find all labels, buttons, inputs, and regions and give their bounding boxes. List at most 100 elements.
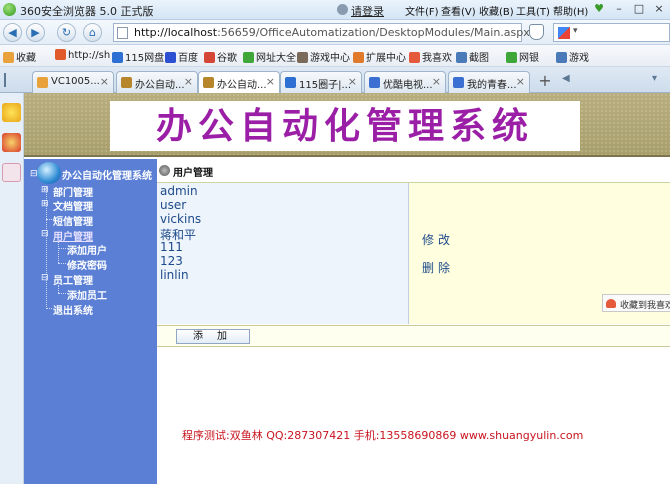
security-shield-icon[interactable] — [529, 24, 544, 40]
bookmark-icon — [3, 52, 14, 63]
bookmark-item[interactable]: 扩展中心 — [353, 49, 406, 64]
browser-tab[interactable]: 优酷电视... × — [364, 71, 446, 93]
tab-close-icon[interactable]: × — [184, 75, 193, 88]
bookmark-icon — [409, 52, 420, 63]
tab-close-icon[interactable]: × — [348, 75, 357, 88]
nav-dept[interactable]: 部门管理 — [53, 184, 93, 199]
search-engine-icon[interactable] — [558, 27, 570, 39]
favorites-star-icon[interactable] — [2, 103, 21, 122]
title-bar: 360安全浏览器 5.0 正式版 请登录 文件(F) 查看(V) 收藏(B) 工… — [0, 0, 670, 20]
tab-label: 115圈子|... — [299, 80, 351, 91]
collect-button[interactable]: 收藏到我喜欢 — [602, 294, 670, 312]
mail-icon[interactable] — [2, 163, 21, 182]
home-icon[interactable]: ⌂ — [83, 23, 102, 42]
tab-close-icon[interactable]: × — [266, 75, 275, 88]
bookmark-item[interactable]: 截图 — [456, 49, 489, 64]
maximize-icon[interactable]: □ — [632, 2, 646, 16]
nav-add-staff[interactable]: 添加员工 — [67, 287, 107, 302]
window-title: 360安全浏览器 5.0 正式版 — [20, 5, 154, 18]
user-list-item[interactable]: admin — [160, 184, 198, 198]
tab-favicon-icon — [203, 77, 214, 88]
browser-tab[interactable]: 115圈子|... × — [280, 71, 362, 93]
tab-list-icon[interactable]: ▾ — [652, 73, 657, 84]
bookmark-label: 网址大全 — [256, 53, 296, 64]
delete-link[interactable]: 删除 — [422, 259, 454, 276]
collapse-icon[interactable]: ⊟ — [41, 229, 49, 239]
nav-sms[interactable]: 短信管理 — [53, 213, 93, 228]
tab-favicon-icon — [121, 77, 132, 88]
user-list-item[interactable]: vickins — [160, 212, 201, 226]
bookmark-item[interactable]: 网银 — [506, 49, 539, 64]
menu-help[interactable]: 帮助(H) — [553, 3, 588, 18]
address-bar: ◀ ▶ ↻ ⌂ http://localhost:56659/OfficeAut… — [0, 20, 670, 45]
tab-close-icon[interactable]: × — [516, 75, 525, 88]
nav-staff[interactable]: 员工管理 — [53, 272, 93, 287]
section-header: 用户管理 — [157, 159, 670, 183]
nav-users[interactable]: 用户管理 — [53, 228, 93, 243]
nav-docs[interactable]: 文档管理 — [53, 198, 93, 213]
browser-tab[interactable]: 我的青春... × — [448, 71, 530, 93]
menu-view[interactable]: 查看(V) — [441, 3, 476, 18]
heart-icon — [606, 299, 616, 308]
forward-icon[interactable]: ▶ — [26, 23, 45, 42]
menu-file[interactable]: 文件(F) — [405, 3, 439, 18]
weibo-icon[interactable] — [2, 133, 21, 152]
bookmark-item[interactable]: 百度 — [165, 49, 198, 64]
close-icon[interactable]: × — [652, 2, 666, 16]
nav-logout[interactable]: 退出系统 — [53, 302, 93, 317]
bookmark-item[interactable]: 游戏中心 — [297, 49, 350, 64]
bookmark-label: 115网盘 — [125, 53, 165, 64]
user-icon — [337, 4, 348, 15]
menu-favorites[interactable]: 收藏(B) — [479, 3, 514, 18]
expand-icon[interactable]: ⊞ — [41, 199, 49, 209]
user-list-item[interactable]: 123 — [160, 254, 183, 268]
bookmark-item[interactable]: 115网盘 — [112, 49, 164, 64]
search-input[interactable]: ▾ — [553, 23, 670, 42]
collapse-icon[interactable]: ⊟ — [41, 273, 49, 283]
bookmark-label: 谷歌 — [217, 53, 237, 64]
bookmark-item[interactable]: 游戏 — [556, 49, 589, 64]
expand-icon[interactable]: ⊞ — [41, 185, 49, 195]
menu-tools[interactable]: 工具(T) — [516, 3, 550, 18]
bookmark-item[interactable]: 收藏 — [3, 49, 36, 64]
modify-link[interactable]: 修改 — [422, 231, 454, 248]
nav-change-password[interactable]: 修改密码 — [67, 257, 107, 272]
tree-connector — [58, 248, 66, 249]
add-button[interactable]: 添加 — [176, 329, 250, 344]
bookmark-icon — [55, 49, 66, 60]
new-tab-button[interactable]: + — [535, 73, 555, 91]
url-input[interactable]: http://localhost:56659/OfficeAutomatizat… — [113, 23, 530, 42]
user-list-item[interactable]: user — [160, 198, 186, 212]
bookmark-item[interactable]: 我喜欢 — [409, 49, 452, 64]
bookmark-label: 游戏中心 — [310, 53, 350, 64]
bookmark-item[interactable]: 谷歌 — [204, 49, 237, 64]
chevron-down-icon[interactable]: ▾ — [573, 26, 578, 36]
skin-icon[interactable]: ♥ — [592, 2, 606, 16]
minimize-icon[interactable]: – — [612, 2, 626, 16]
tab-scroll-left-icon[interactable]: ◀ — [562, 73, 570, 84]
tab-bar: + ◀ ▾ VC1005... × 办公自动... × 办公自动... × 115圈子|..… — [0, 67, 670, 93]
banner-plate: 办公自动化管理系统 — [110, 101, 580, 151]
nav-add-user[interactable]: 添加用户 — [67, 242, 107, 257]
tab-close-icon[interactable]: × — [432, 75, 441, 88]
bookmark-item[interactable]: http://sh — [55, 49, 110, 61]
action-panel: 修改 删除 收藏到我喜欢 — [409, 183, 670, 324]
collect-label: 收藏到我喜欢 — [620, 301, 670, 311]
tree-root-label[interactable]: 办公自动化管理系统 — [62, 167, 152, 182]
browser-logo-icon — [3, 3, 16, 16]
login-link[interactable]: 请登录 — [351, 3, 384, 19]
refresh-icon[interactable]: ↻ — [57, 23, 76, 42]
sidebar-toggle-icon[interactable] — [4, 73, 16, 87]
user-list-item[interactable]: linlin — [160, 268, 189, 282]
browser-tab[interactable]: 办公自动... × — [116, 71, 198, 93]
back-icon[interactable]: ◀ — [3, 23, 22, 42]
tab-label: VC1005... — [51, 76, 100, 87]
tab-label: 我的青春... — [467, 80, 517, 91]
tab-label: 办公自动... — [217, 80, 267, 91]
bookmark-item[interactable]: 网址大全 — [243, 49, 296, 64]
user-list-item[interactable]: 111 — [160, 240, 183, 254]
browser-tab[interactable]: VC1005... × — [32, 71, 114, 93]
url-text: http://localhost:56659/OfficeAutomatizat… — [134, 26, 530, 39]
tab-close-icon[interactable]: × — [100, 75, 109, 88]
browser-tab[interactable]: 办公自动... × — [198, 71, 280, 93]
